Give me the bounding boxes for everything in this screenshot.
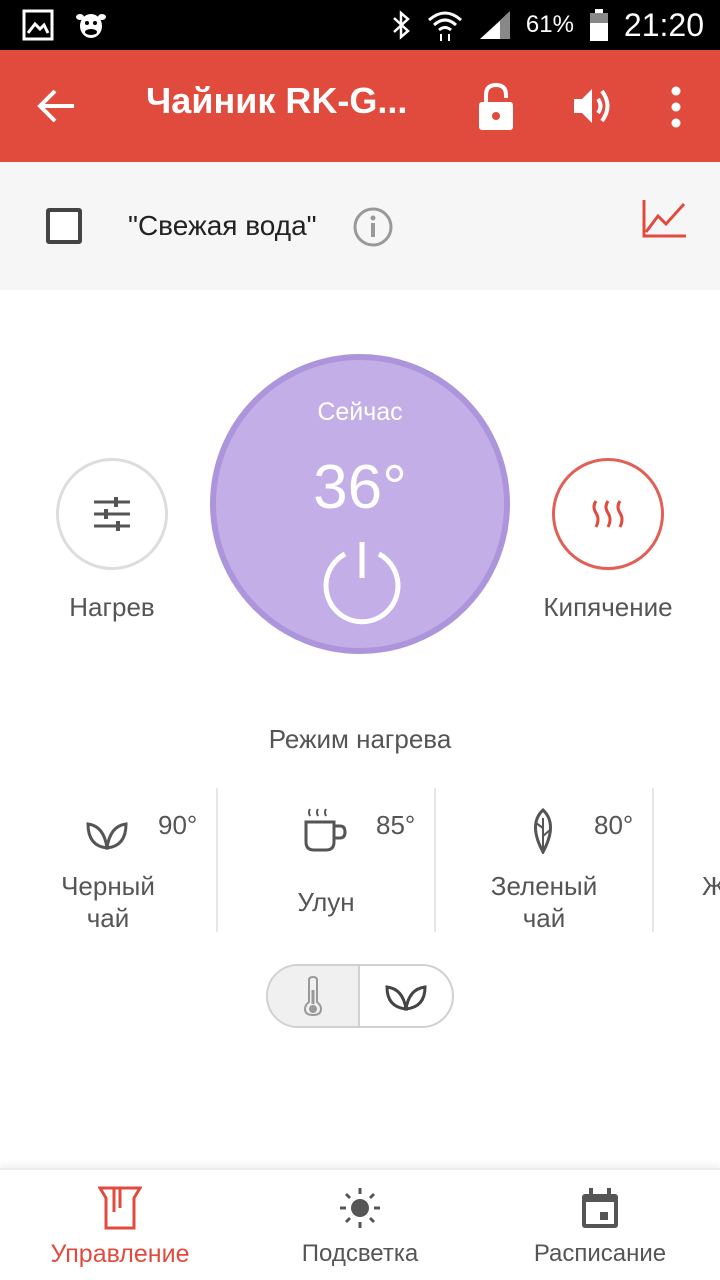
mode-name-line1: Улун [297, 887, 355, 917]
fresh-water-row: "Свежая вода" [0, 162, 720, 290]
chart-icon[interactable] [640, 198, 688, 240]
sun-icon [340, 1188, 380, 1228]
heating-mode-list: 90° Черный чай 85° Улун 80° Зеленый чай … [0, 786, 720, 936]
nav-label: Подсветка [301, 1240, 419, 1267]
mode-name: Улун [226, 886, 426, 918]
mode-oolong[interactable]: 85° Улун [218, 786, 436, 932]
signal-icon [479, 11, 510, 39]
info-icon[interactable] [352, 206, 394, 248]
fresh-water-label: "Свежая вода" [128, 210, 317, 241]
mode-name-line1: Черный [61, 871, 155, 901]
nav-item-control[interactable]: Управление [0, 1170, 240, 1280]
leaves-icon [385, 985, 427, 1011]
bottom-nav: Управление Подсветка Расписание [0, 1168, 720, 1280]
mode-name: Черный чай [8, 870, 208, 934]
leaf-icon [534, 808, 552, 854]
mode-green-tea[interactable]: 80° Зеленый чай [436, 786, 654, 934]
mode-name-line2: чай [522, 903, 566, 933]
clock: 21:20 [623, 6, 704, 43]
tea-mode-toggle[interactable] [360, 966, 452, 1026]
current-temperature-dial: Сейчас 36° [210, 354, 510, 654]
now-label: Сейчас [317, 398, 403, 426]
battery-percent: 61% [525, 11, 574, 38]
mode-temp: 80° [594, 810, 634, 840]
boil-label: Кипячение [543, 592, 673, 622]
leaves-icon [86, 822, 128, 850]
temperature-mode-toggle[interactable] [268, 966, 361, 1026]
cup-icon [304, 808, 347, 852]
current-temperature: 36° [313, 453, 407, 522]
power-icon[interactable] [320, 538, 404, 626]
steam-icon [592, 500, 624, 528]
nav-item-backlight[interactable]: Подсветка [240, 1170, 480, 1280]
fresh-water-checkbox[interactable] [46, 208, 82, 244]
sliders-icon [94, 497, 130, 531]
page-title: Чайник RK-G... [146, 80, 408, 121]
mode-name: Зеленый чай [444, 870, 644, 934]
status-bar: 61% 21:20 [0, 0, 720, 50]
bluetooth-icon [393, 10, 410, 40]
lock-icon[interactable] [474, 80, 518, 132]
thermometer-icon [303, 976, 323, 1016]
back-arrow-icon[interactable] [34, 84, 78, 128]
more-vert-icon[interactable] [664, 84, 688, 130]
mode-temp: 90° [158, 810, 198, 840]
gallery-icon [22, 9, 54, 41]
battery-icon [589, 9, 608, 41]
mode-name-line1: Ж [702, 871, 720, 901]
heat-button[interactable] [56, 458, 168, 570]
wifi-icon [427, 11, 462, 41]
mode-name-line1: Зеленый [490, 871, 598, 901]
app-bar: Чайник RK-G... [0, 50, 720, 162]
mode-partial[interactable]: Ж [654, 786, 720, 932]
mode-name-line2: чай [86, 903, 130, 933]
mode-name: Ж [702, 870, 720, 902]
volume-icon[interactable] [570, 84, 616, 128]
kettle-icon [98, 1186, 142, 1230]
nav-label: Расписание [533, 1240, 667, 1267]
heat-label: Нагрев [69, 592, 155, 622]
cow-icon [76, 14, 106, 38]
mode-black-tea[interactable]: 90° Черный чай [0, 786, 218, 934]
heating-mode-title: Режим нагрева [268, 724, 452, 754]
mode-temp: 85° [376, 810, 416, 840]
nav-label: Управление [50, 1240, 190, 1268]
calendar-icon [582, 1188, 618, 1228]
boil-button[interactable] [552, 458, 664, 570]
nav-item-schedule[interactable]: Расписание [480, 1170, 720, 1280]
mode-toggle [266, 964, 454, 1028]
